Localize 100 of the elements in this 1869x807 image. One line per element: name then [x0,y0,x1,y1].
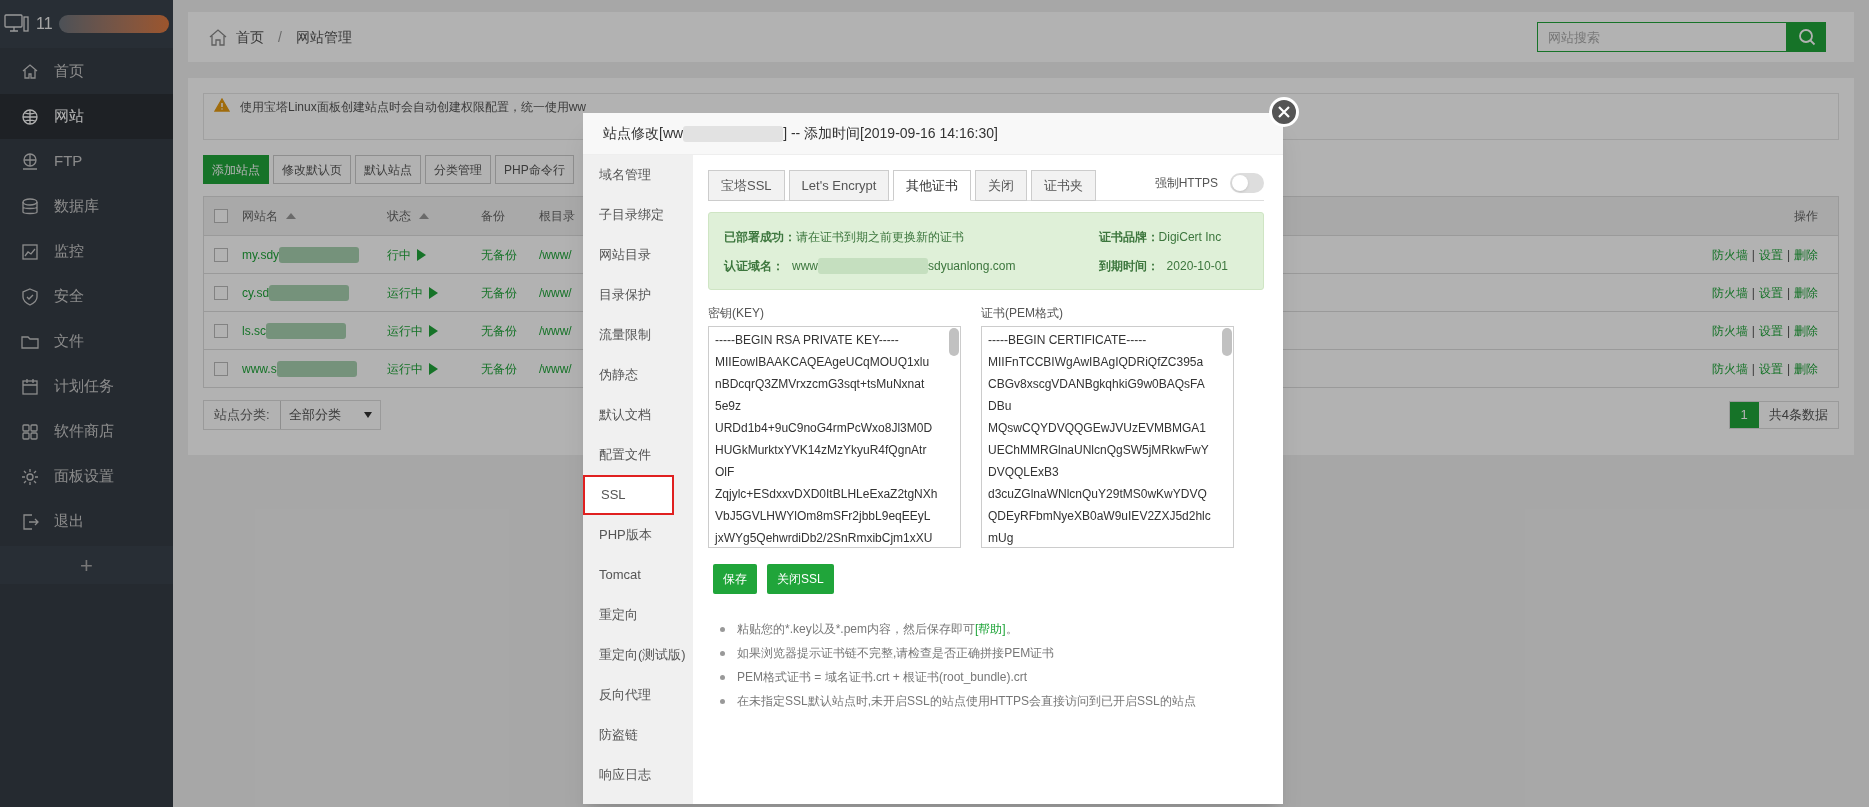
action-link[interactable]: 设置 [1758,359,1783,378]
backup-link[interactable]: 无备份 [481,247,517,262]
menu-item[interactable]: 重定向 [583,595,693,635]
toolbar-button[interactable]: 添加站点 [203,155,269,184]
sidebar-item[interactable]: 监控 [0,229,173,274]
menu-item[interactable]: SSL [583,475,674,515]
sidebar-item[interactable]: 计划任务 [0,364,173,409]
warning-icon [214,98,230,112]
path-link[interactable]: /www/ [539,285,572,300]
database-icon [20,196,40,217]
globe-icon [20,106,40,127]
menu-item[interactable]: 重定向(测试版) [583,635,693,675]
tip-text: 在未指定SSL默认站点时,未开启SSL的站点使用HTTPS会直接访问到已开启SSL的站点 [737,693,1196,710]
menu-item[interactable]: 默认文档 [583,395,693,435]
menu-item[interactable]: PHP版本 [583,515,693,555]
action-link[interactable]: 防火墙 [1711,283,1748,302]
sidebar-item[interactable]: 文件 [0,319,173,364]
tab[interactable]: 宝塔SSL [708,170,785,201]
menu-item[interactable]: 防盗链 [583,715,693,755]
site-name-link[interactable]: cy.sd [242,283,270,302]
action-button[interactable]: 保存 [713,564,757,594]
menu-item[interactable]: Tomcat [583,555,693,595]
sidebar-item[interactable]: 数据库 [0,184,173,229]
toolbar-button[interactable]: 默认站点 [355,155,421,184]
sidebar-item[interactable]: 首页 [0,49,173,94]
menu-item[interactable]: 域名管理 [583,155,693,195]
menu-item[interactable]: 子目录绑定 [583,195,693,235]
menu-item[interactable]: 响应日志 [583,755,693,795]
sidebar-item[interactable]: 安全 [0,274,173,319]
scrollbar-thumb[interactable] [949,328,959,356]
action-link[interactable]: 防火墙 [1711,359,1748,378]
path-link[interactable]: /www/ [539,323,572,338]
backup-link[interactable]: 无备份 [481,285,517,300]
sidebar-item[interactable]: 面板设置 [0,454,173,499]
menu-item[interactable]: 目录保护 [583,275,693,315]
row-checkbox[interactable] [214,361,228,376]
path-link[interactable]: /www/ [539,247,572,262]
row-checkbox[interactable] [214,285,228,300]
path-link[interactable]: /www/ [539,361,572,376]
menu-item[interactable]: 配置文件 [583,435,693,475]
status-link[interactable]: 运行中 [387,359,423,378]
toolbar-button[interactable]: PHP命令行 [495,155,574,184]
tab[interactable]: 其他证书 [893,170,972,201]
scrollbar-thumb[interactable] [1222,328,1232,356]
add-button[interactable]: + [0,546,173,584]
tab[interactable]: 证书夹 [1031,170,1097,201]
certificate-field[interactable]: -----BEGIN CERTIFICATE----- MIIFnTCCBIWgAwIBAgIQDRiQfZC395a CBGv8xscgVDANBgkqhkiG9w0BAQsFA DBu MQswCQYDVQQGEwJVUzEVMBMGA1 UEChMMRGlnaUNlcnQgSW5jMRkwFwY DVQQLExB3 d3cuZGlnaWNlcnQuY29tMS0wKwYDVQ QDEyRFbmNyeXB0aW9uIEV2ZXJ5d2hlc mUg [981,326,1234,548]
menu-item[interactable]: 流量限制 [583,315,693,355]
column-header[interactable]: 根目录 [539,207,575,225]
menu-item[interactable]: 伪静态 [583,355,693,395]
action-link[interactable]: 设置 [1758,321,1783,340]
action-link[interactable]: 删除 [1794,321,1818,340]
toolbar-button[interactable]: 修改默认页 [273,155,351,184]
menu-item[interactable]: 网站目录 [583,235,693,275]
notice-text: 使用宝塔Linux面板创建站点时会自动创建权限配置，统一使用ww [240,99,587,116]
expiry-date: 2020-10-01 [1166,257,1228,275]
category-dropdown[interactable]: 全部分类 [279,401,380,429]
sidebar-item[interactable]: FTP [0,139,173,184]
column-header[interactable]: 网站名 [242,207,278,225]
column-header[interactable]: 状态 [387,207,411,225]
action-link[interactable]: 防火墙 [1711,245,1748,264]
backup-link[interactable]: 无备份 [481,323,517,338]
breadcrumb-link[interactable]: 首页 [236,26,264,48]
status-link[interactable]: 运行中 [387,321,423,340]
action-separator: | [1786,246,1790,264]
status-link[interactable]: 运行中 [387,283,423,302]
site-name-link[interactable]: my.sdy [242,245,280,264]
search-field[interactable]: 网站搜索 [1537,22,1787,52]
private-key-field[interactable]: -----BEGIN RSA PRIVATE KEY----- MIIEowIBAAKCAQEAgeUCqMOUQ1xlu nBDcqrQ3ZMVrxzcmG3sqt+tsMuNxnat 5e9z URDd1b4+9uC9noG4rmPcWxo8Jl3M0D HUGkMurktxYVK14zMzYkyuR4fQgnAtr OlF Zqjylc+ESdxxvDXD0ItBLHLeExaZ2tgNXh VbJ5GVLHWYlOm8mSFr2jbbL9eqEEyL jxWYg5QehwrdiDb2/2SnRmxibCjm1xXU [708,326,961,548]
action-link[interactable]: 防火墙 [1711,321,1748,340]
row-checkbox[interactable] [214,247,228,262]
column-header[interactable]: 操作 [1794,207,1818,225]
action-button[interactable]: 关闭SSL [767,564,834,594]
action-link[interactable]: 删除 [1794,283,1818,302]
action-link[interactable]: 删除 [1794,245,1818,264]
sidebar-item[interactable]: 软件商店 [0,409,173,454]
backup-link[interactable]: 无备份 [481,361,517,376]
column-header[interactable]: 备份 [481,207,505,225]
dialog-title: 站点修改[ww [603,124,684,143]
field-label: 已部署成功： [724,228,796,246]
sidebar-item[interactable]: 网站 [0,94,173,139]
action-link[interactable]: 删除 [1794,359,1818,378]
page-button[interactable]: 1 [1729,402,1759,428]
row-checkbox[interactable] [214,323,228,338]
force-https-toggle[interactable] [1230,173,1264,193]
sidebar-item[interactable]: 退出 [0,499,173,544]
site-name-link[interactable]: ls.sc [242,321,266,340]
help-link[interactable]: [帮助] [975,622,1006,636]
breadcrumb-link[interactable]: 网站管理 [295,26,352,48]
action-link[interactable]: 设置 [1758,283,1783,302]
select-all-checkbox[interactable] [214,209,228,223]
action-link[interactable]: 设置 [1758,245,1783,264]
tab[interactable]: Let's Encrypt [788,170,890,201]
menu-item[interactable]: 反向代理 [583,675,693,715]
search-button[interactable] [1787,22,1826,52]
field-label: 密钥(KEY) [708,305,765,322]
status-link[interactable]: 行中 [387,245,411,264]
site-name-link[interactable]: www.s [242,359,277,378]
toolbar-button[interactable]: 分类管理 [425,155,491,184]
tab[interactable]: 关闭 [975,170,1028,201]
